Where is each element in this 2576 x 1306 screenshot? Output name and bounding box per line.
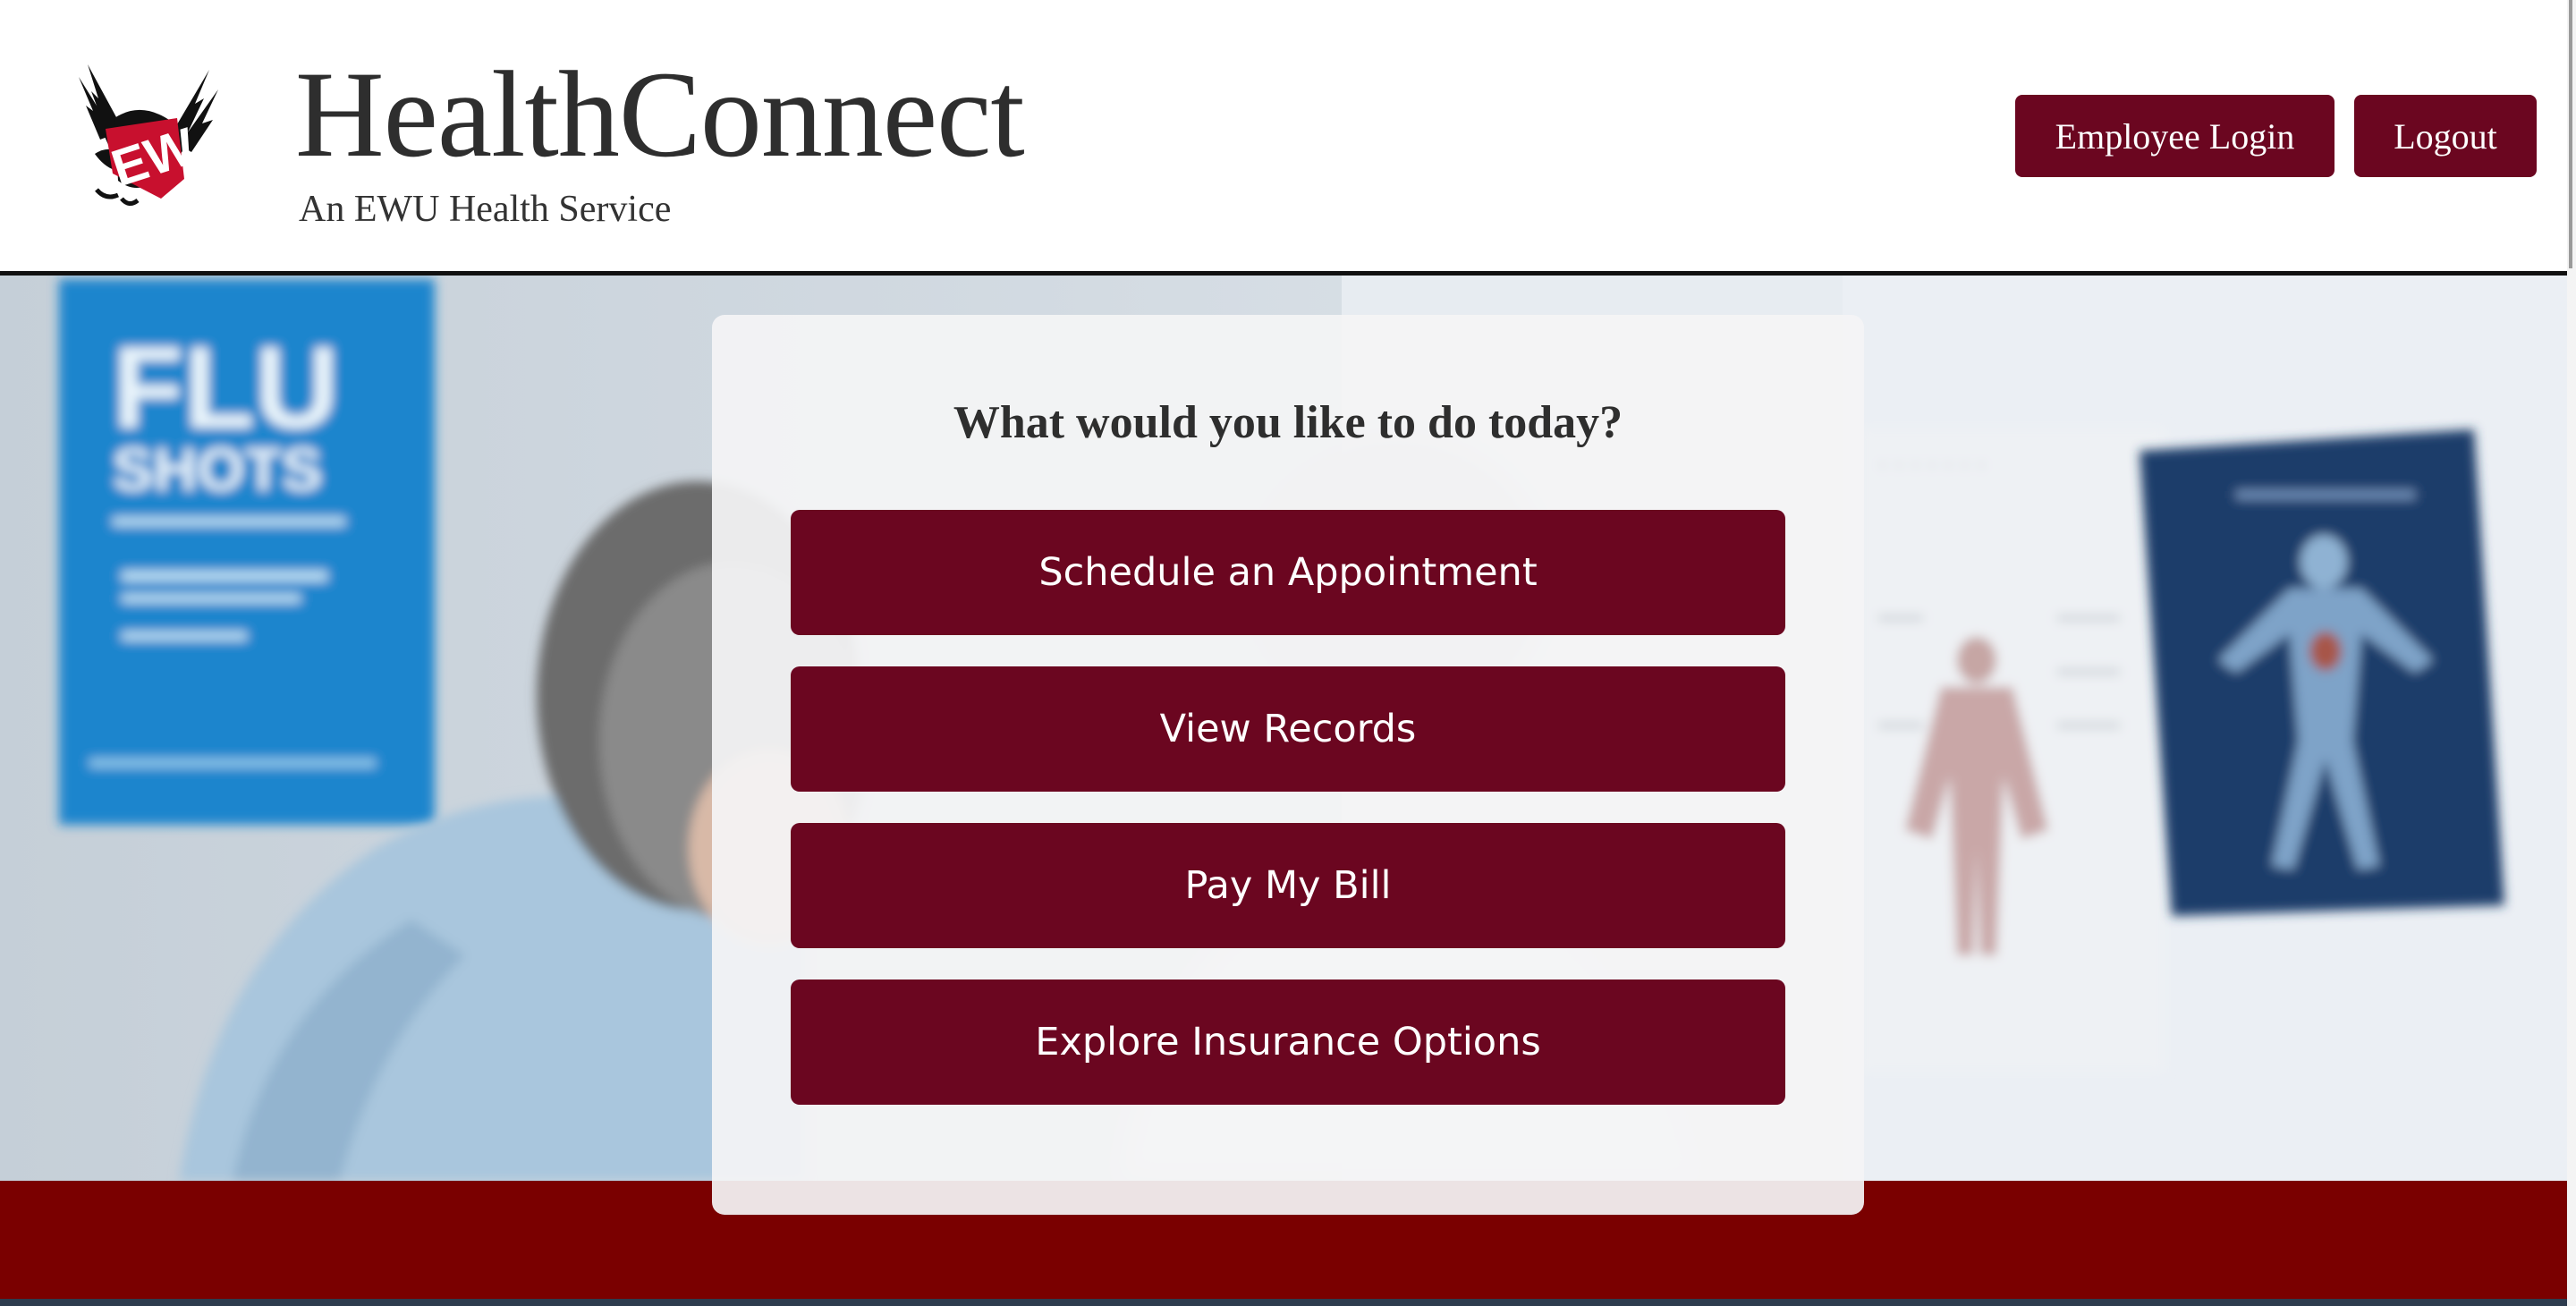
explore-insurance-button[interactable]: Explore Insurance Options: [791, 980, 1785, 1105]
pay-bill-button[interactable]: Pay My Bill: [791, 823, 1785, 948]
page: EW HealthConnect An EWU Health Service E…: [0, 0, 2576, 1306]
footer-bottom-line: [0, 1299, 2567, 1306]
page-scrollbar-thumb[interactable]: [2569, 0, 2572, 268]
svg-text:FLU: FLU: [113, 322, 339, 453]
site-subtitle: An EWU Health Service: [299, 189, 672, 230]
ewu-eagle-logo-icon[interactable]: EW: [79, 64, 218, 208]
anatomy-chart: · · · · · · ·: [1860, 428, 2165, 1072]
schedule-appointment-button[interactable]: Schedule an Appointment: [791, 510, 1785, 635]
skeleton-poster: [2140, 429, 2504, 916]
view-records-button[interactable]: View Records: [791, 666, 1785, 792]
svg-text:SHOTS: SHOTS: [113, 436, 322, 504]
flu-shots-poster: FLU SHOTS: [59, 279, 435, 825]
logout-button[interactable]: Logout: [2354, 95, 2537, 177]
svg-text:· · · · · · ·: · · · · · · ·: [1878, 449, 1986, 479]
action-card: What would you like to do today? Schedul…: [712, 315, 1864, 1215]
employee-login-button[interactable]: Employee Login: [2015, 95, 2334, 177]
site-header: EW HealthConnect An EWU Health Service E…: [0, 0, 2567, 276]
card-question: What would you like to do today?: [953, 397, 1623, 448]
site-title: HealthConnect: [295, 46, 1025, 182]
